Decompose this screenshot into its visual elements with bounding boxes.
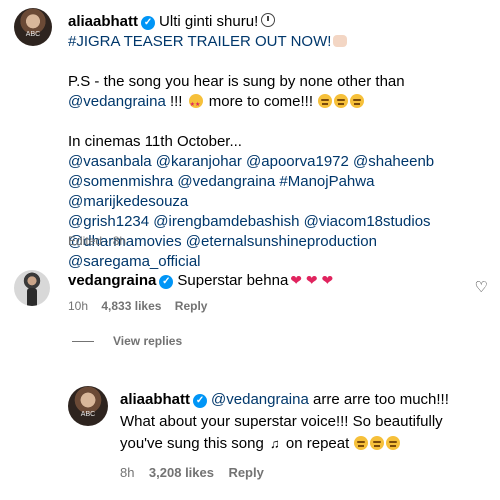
grimace-emoji [350, 94, 365, 108]
comment-username[interactable]: vedangraina [68, 272, 156, 289]
reply-mention[interactable]: @vedangraina [211, 391, 309, 408]
post-meta: Edited · 8h [68, 234, 127, 248]
ps-line1: P.S - the song you hear is sung by none … [68, 73, 405, 90]
grimace-emoji [318, 94, 333, 108]
ps-mid: !!! [165, 93, 187, 110]
reply-line1-rest: arre arre too much!!! [308, 391, 449, 408]
tags-line-2[interactable]: @somenmishra @vedangraina #ManojPahwa @m… [68, 172, 488, 212]
music-note-icon: ♫ [269, 436, 280, 451]
reply-line3-b: on repeat [281, 435, 354, 452]
caption-first-line: Ulti ginti shuru! [159, 13, 259, 30]
grimace-emoji [386, 436, 401, 450]
cinemas-line: In cinemas 11th October... [68, 133, 242, 150]
reply-likes[interactable]: 3,208 likes [149, 465, 214, 480]
caption-hashtag-line: #JIGRA TEASER TRAILER OUT NOW! [68, 33, 332, 50]
comment-time: 10h [68, 299, 89, 313]
clock-icon [261, 13, 276, 27]
comment-reply-button[interactable]: Reply [175, 299, 208, 313]
tags-line-3[interactable]: @grish1234 @irengbamdebashish @viacom18s… [68, 212, 488, 232]
verified-icon: ✓ [141, 16, 156, 30]
avatar-aliaabhatt-reply[interactable]: ABC [68, 386, 108, 426]
reply-username[interactable]: aliaabhatt [120, 391, 190, 408]
reply-reply-button[interactable]: Reply [228, 465, 263, 480]
grimace-emoji [370, 436, 385, 450]
reply-time: 8h [120, 465, 135, 480]
tags-line-5[interactable]: @saregama_official [68, 252, 488, 272]
fist-icon [333, 35, 348, 47]
avatar-vedangraina[interactable] [14, 270, 50, 306]
reply-meta: 8h 3,208 likes Reply [120, 465, 264, 480]
view-replies-divider [72, 341, 94, 342]
comment-vedangraina: vedangraina ✓ Superstar behna ❤ ❤ ❤ [68, 270, 335, 291]
verified-icon: ✓ [193, 394, 208, 408]
heart-emoji: ❤ ❤ ❤ [290, 272, 334, 288]
reply-line2: What about your superstar voice!!! So be… [120, 413, 443, 430]
comment-meta: 10h 4,833 likes Reply [68, 299, 207, 313]
post-caption: aliaabhatt ✓ Ulti ginti shuru! #JIGRA TEAS… [68, 12, 488, 272]
reply-aliaabhatt: aliaabhatt ✓ @vedangraina arre arre too mu… [120, 389, 490, 455]
avatar-aliaabhatt[interactable]: ABC [14, 8, 52, 46]
grimace-emoji [354, 436, 369, 450]
post-username[interactable]: aliaabhatt [68, 13, 138, 30]
ps-after: more to come!!! [204, 93, 318, 110]
comment-text: Superstar behna [177, 272, 289, 289]
reply-line3-a: you've sung this song [120, 435, 268, 452]
tags-line-4[interactable]: @dharmamovies @eternalsunshineproduction [68, 232, 488, 252]
avatar-text: ABC [80, 411, 96, 418]
ps-mention[interactable]: @vedangraina [68, 93, 166, 110]
comment-likes[interactable]: 4,833 likes [101, 299, 161, 313]
avatar-text: ABC [25, 31, 41, 38]
heart-outline-icon[interactable]: ♡ [475, 278, 488, 296]
star-eyes-emoji [188, 94, 203, 115]
view-replies-button[interactable]: View replies [113, 334, 182, 348]
verified-icon: ✓ [159, 275, 174, 289]
grimace-emoji [334, 94, 349, 108]
tags-line-1[interactable]: @vasanbala @karanjohar @apoorva1972 @sha… [68, 152, 488, 172]
